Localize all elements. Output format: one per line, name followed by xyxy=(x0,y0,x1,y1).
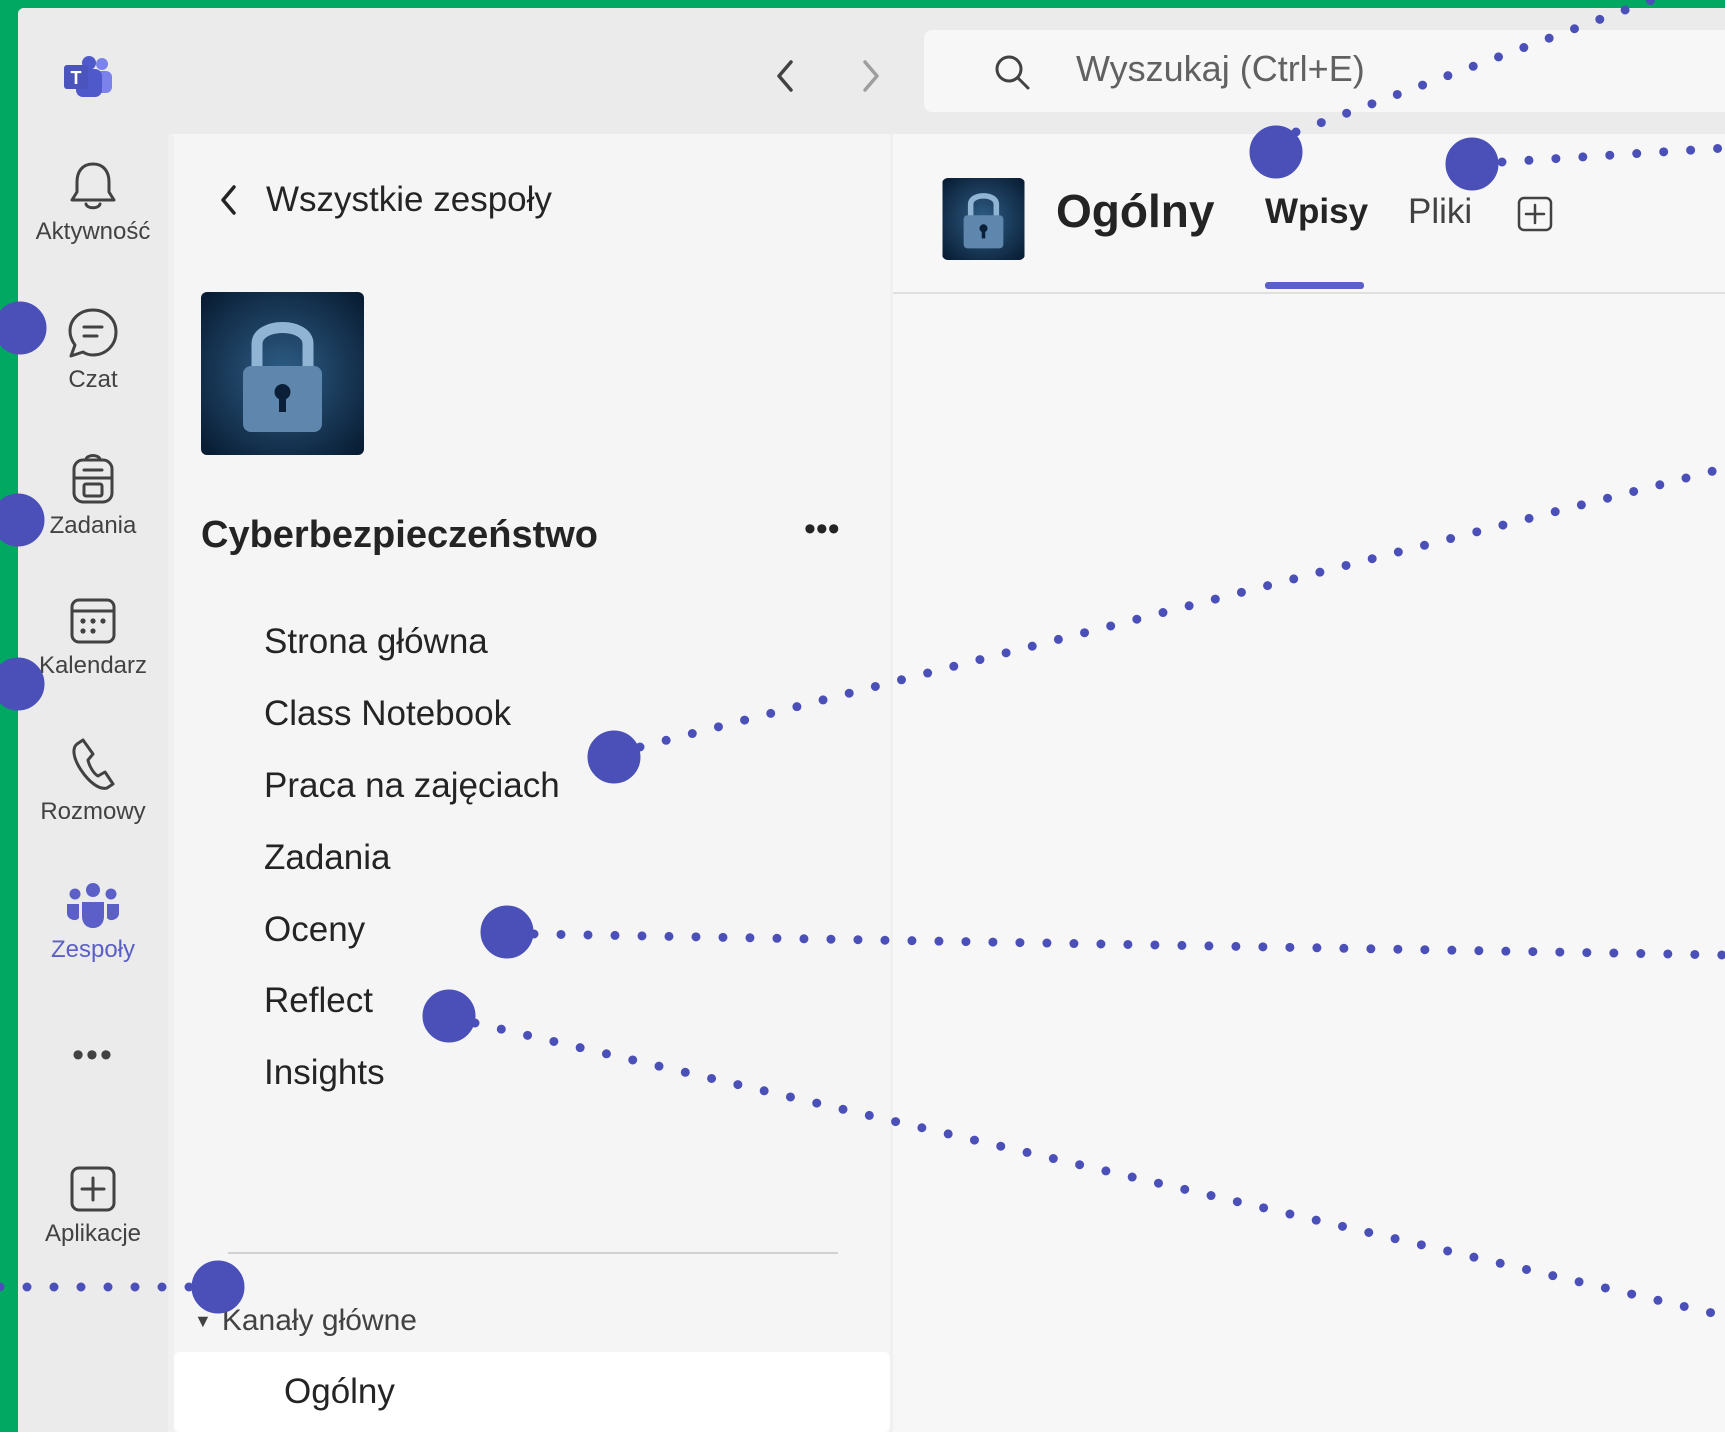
chevron-left-icon xyxy=(221,185,236,215)
rail-label: Aplikacje xyxy=(44,1220,142,1247)
active-tab-indicator xyxy=(1265,282,1364,289)
team-panel: Wszystkie zespoły Cyberbezpieczeństwo ••… xyxy=(174,134,890,1432)
rail-item-apps[interactable]: Aplikacje xyxy=(18,1164,168,1248)
team-avatar xyxy=(201,292,364,455)
team-menu-reflect[interactable]: Reflect xyxy=(264,981,373,1021)
rail-item-assignments[interactable]: Zadania xyxy=(18,450,168,540)
teams-logo-icon: T xyxy=(64,56,112,97)
team-menu-assignments[interactable]: Zadania xyxy=(264,838,390,878)
bell-icon xyxy=(70,162,116,210)
team-name: Cyberbezpieczeństwo xyxy=(201,514,598,556)
main-channels-section-toggle[interactable]: ▼ Kanały główne xyxy=(194,1304,417,1338)
rail-label: Aktywność xyxy=(35,218,151,245)
forward-nav-button[interactable] xyxy=(850,56,890,96)
add-tab-icon[interactable] xyxy=(1517,196,1553,232)
phone-icon xyxy=(72,738,115,790)
rail-item-activity[interactable]: Aktywność xyxy=(18,160,168,246)
section-label: Kanały główne xyxy=(221,1304,417,1337)
svg-text:T: T xyxy=(71,68,82,88)
search-input[interactable]: Wyszukaj (Ctrl+E) xyxy=(924,30,1725,112)
rail-item-teams[interactable]: Zespoły xyxy=(18,882,168,964)
rail-label: Czat xyxy=(68,366,118,393)
channel-label: Ogólny xyxy=(284,1372,395,1411)
backpack-icon xyxy=(72,454,114,504)
tab-files[interactable]: Pliki xyxy=(1408,192,1472,232)
padlock-image-icon xyxy=(942,178,1025,260)
app-rail: Aktywność Czat Zadania Kalendarz Rozmowy… xyxy=(18,134,168,1432)
padlock-image-icon xyxy=(201,292,364,455)
divider xyxy=(228,1252,838,1254)
calendar-icon xyxy=(70,598,116,644)
channel-item-general[interactable]: Ogólny xyxy=(174,1352,890,1432)
rail-label: Zadania xyxy=(49,512,137,539)
chat-icon xyxy=(68,308,118,358)
back-nav-button[interactable] xyxy=(766,56,806,96)
teams-window: T Wyszukaj (Ctrl+E) Aktywność Czat Zadan… xyxy=(18,8,1725,1432)
team-menu-class-notebook[interactable]: Class Notebook xyxy=(264,694,511,734)
caret-down-icon: ▼ xyxy=(194,1310,212,1331)
tab-posts[interactable]: Wpisy xyxy=(1265,192,1368,232)
rail-item-chat[interactable]: Czat xyxy=(18,306,168,394)
chevron-left-icon xyxy=(777,60,793,92)
channel-header: Ogólny Wpisy Pliki xyxy=(893,134,1725,294)
more-apps-button[interactable]: ••• xyxy=(18,1036,168,1075)
teams-icon xyxy=(67,883,119,928)
search-placeholder: Wyszukaj (Ctrl+E) xyxy=(1076,48,1365,89)
team-menu-classwork[interactable]: Praca na zajęciach xyxy=(264,766,560,806)
rail-label: Zespoły xyxy=(50,936,136,963)
search-icon xyxy=(995,55,1030,90)
all-teams-back-button[interactable]: Wszystkie zespoły xyxy=(218,180,552,220)
rail-item-calls[interactable]: Rozmowy xyxy=(18,736,168,826)
all-teams-label: Wszystkie zespoły xyxy=(266,180,552,219)
add-app-icon xyxy=(70,1166,116,1212)
team-more-options-button[interactable]: ••• xyxy=(804,510,840,549)
title-bar: T Wyszukaj (Ctrl+E) xyxy=(18,8,1725,134)
channel-avatar xyxy=(942,178,1025,260)
chevron-right-icon xyxy=(863,60,879,92)
rail-label: Kalendarz xyxy=(38,652,148,679)
channel-title: Ogólny xyxy=(1056,185,1215,237)
rail-label: Rozmowy xyxy=(40,798,146,825)
team-menu-grades[interactable]: Oceny xyxy=(264,910,365,950)
channel-main-area: Ogólny Wpisy Pliki xyxy=(893,134,1725,1432)
team-menu-insights[interactable]: Insights xyxy=(264,1053,385,1093)
rail-item-calendar[interactable]: Kalendarz xyxy=(18,596,168,680)
team-menu-home[interactable]: Strona główna xyxy=(264,622,488,662)
